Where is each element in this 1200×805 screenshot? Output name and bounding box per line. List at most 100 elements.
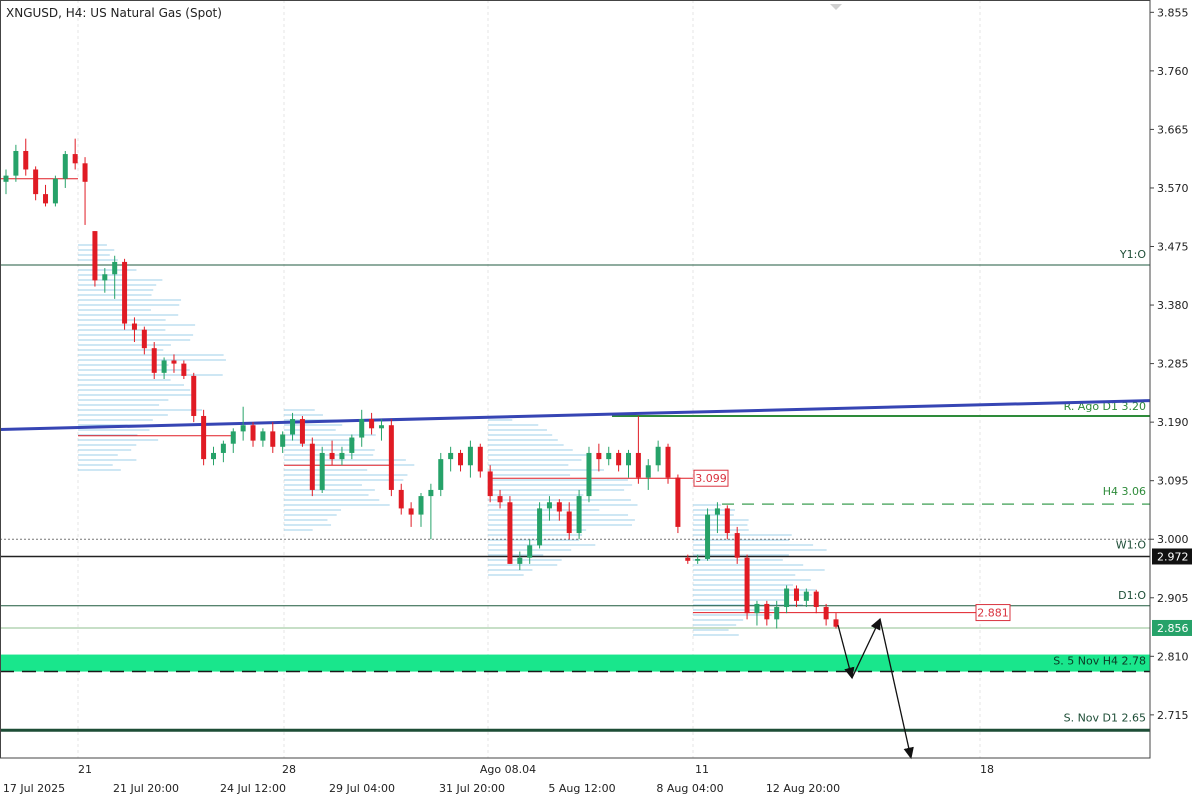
candle-bull bbox=[230, 431, 236, 444]
x-label-top: Ago 08.04 bbox=[480, 763, 536, 776]
candle-bull bbox=[428, 489, 434, 497]
support-zone bbox=[0, 654, 1150, 672]
candle-bear bbox=[309, 443, 315, 490]
candle-bear bbox=[724, 508, 730, 534]
y-tick-label: 3.665 bbox=[1157, 123, 1189, 136]
y-tick-label: 3.000 bbox=[1157, 533, 1189, 546]
candle-bear bbox=[92, 231, 98, 281]
y-tick-label: 3.475 bbox=[1157, 241, 1189, 254]
y-tick-label: 2.905 bbox=[1157, 592, 1189, 605]
candle-bear bbox=[566, 511, 572, 534]
candle-bull bbox=[517, 557, 523, 564]
candle-bull bbox=[576, 496, 582, 534]
candle-bull bbox=[359, 419, 365, 438]
candle-bear bbox=[398, 489, 404, 509]
candle-bull bbox=[102, 274, 108, 281]
candle-bear bbox=[191, 375, 197, 416]
candle-bear bbox=[131, 323, 137, 330]
level-label: D1:O bbox=[1118, 589, 1146, 602]
candle-bear bbox=[596, 452, 602, 460]
x-label-bottom: 21 Jul 20:00 bbox=[113, 782, 179, 795]
candle-bull bbox=[754, 603, 760, 614]
candle-bear bbox=[82, 163, 88, 182]
candle-bear bbox=[122, 261, 128, 324]
candle-bear bbox=[744, 557, 750, 614]
candle-bull bbox=[418, 496, 424, 515]
candle-bear bbox=[141, 329, 147, 349]
candle-bull bbox=[13, 150, 19, 176]
y-tick-label: 3.380 bbox=[1157, 299, 1189, 312]
candle-bear bbox=[635, 452, 641, 478]
x-label-bottom: 5 Aug 12:00 bbox=[548, 782, 615, 795]
candle-bear bbox=[299, 419, 305, 444]
candle-bear bbox=[43, 194, 49, 204]
x-label-bottom: 12 Aug 20:00 bbox=[766, 782, 840, 795]
candle-bear bbox=[813, 591, 819, 608]
candle-bull bbox=[626, 452, 631, 466]
level-label: Y1:O bbox=[1119, 248, 1146, 261]
x-label-top: 21 bbox=[78, 763, 92, 776]
candle-bull bbox=[586, 452, 592, 497]
x-label-bottom: 8 Aug 04:00 bbox=[656, 782, 723, 795]
candle-bull bbox=[319, 452, 325, 490]
level-label: H4 3.06 bbox=[1103, 485, 1146, 498]
candle-bull bbox=[349, 437, 355, 453]
candle-bull bbox=[52, 178, 58, 204]
candle-bear bbox=[487, 471, 493, 497]
candle-bull bbox=[280, 434, 286, 447]
y-tick-label: 3.570 bbox=[1157, 182, 1189, 195]
candle-bull bbox=[527, 545, 533, 558]
candle-bull bbox=[112, 261, 118, 275]
chart-window[interactable]: Y1:O R. Ago D1 3.20 H4 3.06 W1:O D1:O S. 5 No… bbox=[0, 0, 1200, 800]
candle-bear bbox=[507, 502, 513, 564]
candle-bull bbox=[655, 446, 661, 466]
candle-bear bbox=[823, 607, 829, 620]
candle-bull bbox=[645, 465, 651, 478]
candle-bear bbox=[734, 533, 740, 558]
x-label-top: 18 bbox=[980, 763, 994, 776]
candle-bull bbox=[714, 508, 720, 515]
y-tick-label: 3.190 bbox=[1157, 416, 1189, 429]
candle-bull bbox=[240, 425, 246, 432]
candle-bear bbox=[685, 557, 691, 561]
candle-bull bbox=[290, 419, 296, 435]
candle-bear bbox=[477, 446, 483, 472]
candle-bear bbox=[151, 348, 157, 373]
candle-bear bbox=[270, 431, 276, 447]
candle-bull bbox=[774, 607, 780, 620]
y-tick-label: 3.855 bbox=[1157, 6, 1189, 19]
candle-bull bbox=[3, 175, 9, 182]
candle-bull bbox=[803, 591, 809, 601]
candle-bull bbox=[705, 514, 711, 559]
candle-bull bbox=[606, 452, 612, 460]
y-tick-label: 3.095 bbox=[1157, 475, 1189, 488]
candle-bear bbox=[23, 150, 29, 170]
x-label-bottom: 31 Jul 20:00 bbox=[439, 782, 505, 795]
level-label: S. 5 Nov H4 2.78 bbox=[1053, 655, 1146, 668]
candle-bear bbox=[556, 502, 562, 512]
candle-bear bbox=[201, 415, 207, 460]
x-label-top: 11 bbox=[695, 763, 709, 776]
y-tick-label: 2.810 bbox=[1157, 650, 1189, 663]
y-tick-label: 2.715 bbox=[1157, 709, 1189, 722]
x-label-top: 28 bbox=[282, 763, 296, 776]
x-label-bottom: 24 Jul 12:00 bbox=[220, 782, 286, 795]
candle-bear bbox=[793, 588, 799, 601]
candle-bull bbox=[438, 459, 444, 490]
candle-bear bbox=[250, 425, 256, 441]
y-tick-label: 3.285 bbox=[1157, 358, 1189, 371]
candle-bull bbox=[448, 452, 454, 460]
marker-label: 2.881 bbox=[977, 607, 1009, 620]
candle-bull bbox=[784, 588, 790, 608]
candle-bear bbox=[675, 477, 681, 527]
candle-bull bbox=[467, 446, 473, 466]
candle-bull bbox=[378, 425, 384, 429]
candle-bull bbox=[220, 443, 226, 453]
marker-label: 3.099 bbox=[695, 472, 727, 485]
y-tick-label: 3.760 bbox=[1157, 65, 1189, 78]
candle-bear bbox=[171, 360, 177, 364]
level-label: S. Nov D1 2.65 bbox=[1064, 711, 1146, 724]
candle-bear bbox=[408, 508, 414, 515]
candle-bear bbox=[72, 154, 78, 164]
price-chart[interactable]: Y1:OR. Ago D1 3.20H4 3.06W1:OD1:OS. 5 No… bbox=[0, 0, 1200, 800]
